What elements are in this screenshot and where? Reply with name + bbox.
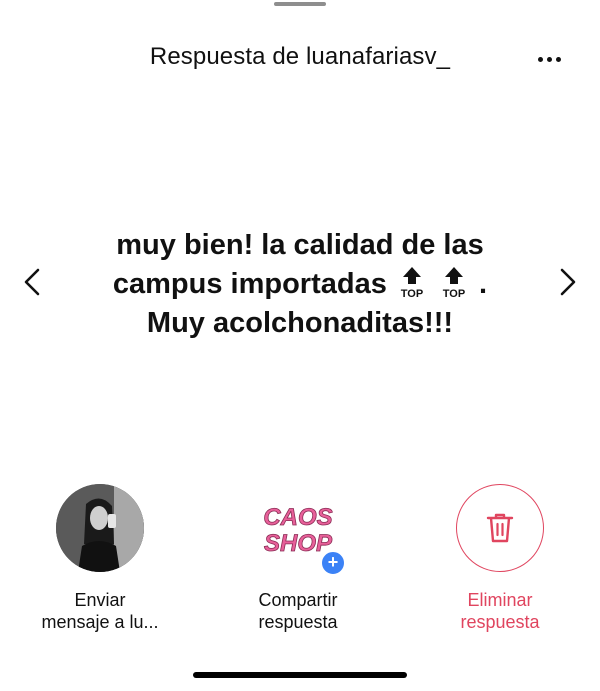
- top-arrow-emoji: TOP: [399, 266, 425, 300]
- chevron-left-icon: [24, 268, 40, 296]
- sheet-grabber[interactable]: [274, 2, 326, 6]
- ellipsis-icon: [537, 56, 543, 62]
- svg-text:CAOS: CAOS: [263, 504, 332, 531]
- delete-reply-button[interactable]: Eliminar respuesta: [410, 484, 590, 633]
- top-arrow-emoji: TOP: [441, 266, 467, 300]
- svg-text:SHOP: SHOP: [264, 530, 333, 557]
- reply-text: muy bien! la calidad de las campus impor…: [70, 226, 530, 343]
- send-label-line1: Enviar: [74, 590, 126, 610]
- plus-icon: +: [320, 550, 346, 576]
- reply-line: muy bien! la calidad de las: [116, 229, 484, 261]
- reply-sheet: Respuesta de luanafariasv_ muy bien! la …: [0, 0, 600, 691]
- delete-label-line1: Eliminar: [467, 590, 533, 610]
- caos-shop-logo: CAOS SHOP +: [254, 484, 346, 576]
- next-reply-button[interactable]: [553, 262, 583, 302]
- share-label-line1: Compartir: [258, 590, 338, 610]
- reply-line: Muy acolchonaditas!!!: [146, 307, 454, 339]
- svg-text:TOP: TOP: [443, 288, 465, 300]
- svg-text:TOP: TOP: [401, 288, 423, 300]
- send-label-line2: mensaje a lu...: [41, 612, 159, 632]
- share-reply-button[interactable]: CAOS SHOP + Compartir respuesta: [208, 484, 388, 633]
- more-options-button[interactable]: [532, 45, 566, 73]
- page-title: Respuesta de luanafariasv_: [149, 43, 451, 70]
- trash-icon: [486, 513, 514, 543]
- send-message-button[interactable]: Enviar mensaje a lu...: [10, 484, 190, 633]
- delete-label-line2: respuesta: [460, 612, 540, 632]
- avatar: [56, 484, 144, 572]
- previous-reply-button[interactable]: [17, 262, 47, 302]
- home-indicator[interactable]: [193, 672, 407, 678]
- reply-line: campus importadas TOP TOP .: [112, 266, 488, 301]
- action-bar: Enviar mensaje a lu... CAOS SHOP + Compa…: [0, 484, 600, 644]
- chevron-right-icon: [560, 268, 576, 296]
- share-label-line2: respuesta: [258, 612, 338, 632]
- delete-circle: [456, 484, 544, 572]
